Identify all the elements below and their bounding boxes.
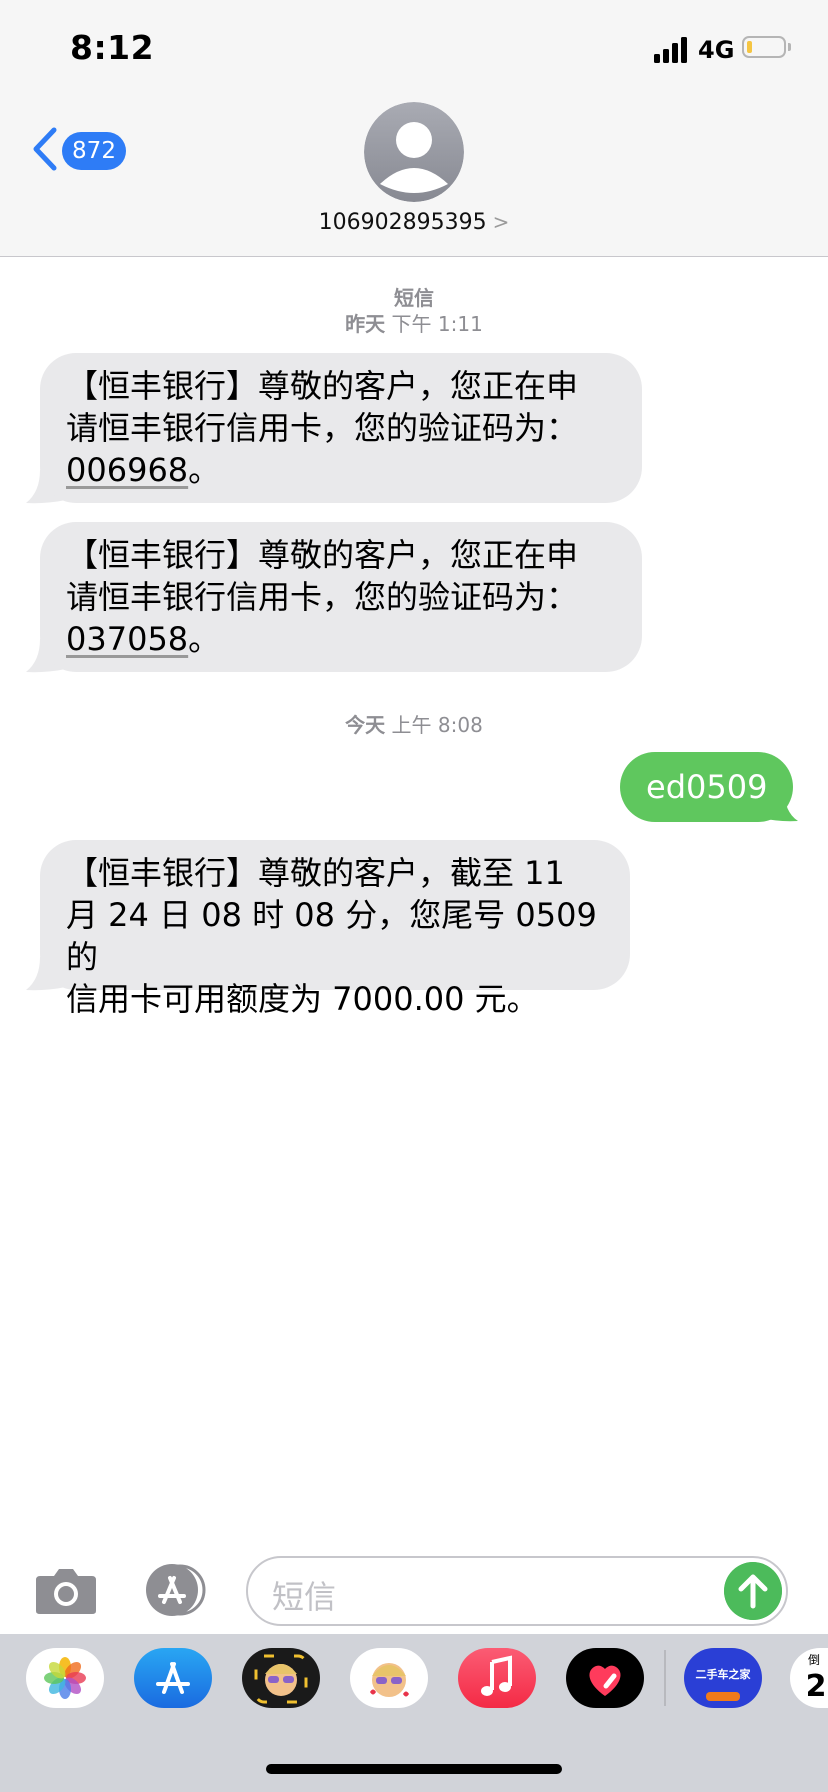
app-store-button-icon[interactable] xyxy=(140,1562,212,1618)
message-bubble[interactable]: 【恒丰银行】尊敬的客户，您正在申 请恒丰银行信用卡，您的验证码为： 006968… xyxy=(40,353,642,503)
app-store-icon[interactable] xyxy=(134,1648,212,1708)
timestamp-today: 今天 上午 8:08 xyxy=(345,713,483,737)
memoji-icon[interactable] xyxy=(242,1648,320,1708)
sender-number[interactable]: 106902895395 > xyxy=(0,210,828,235)
cellular-signal-icon xyxy=(654,37,687,63)
timestamp-yesterday: 昨天 下午 1:11 xyxy=(345,312,483,336)
message-type-label: 短信 xyxy=(394,286,434,310)
message-bubble[interactable]: 【恒丰银行】尊敬的客户，截至 11 月 24 日 08 时 08 分，您尾号 0… xyxy=(40,840,630,1018)
battery-tip xyxy=(788,43,791,51)
send-button-icon[interactable] xyxy=(724,1562,782,1620)
digital-touch-icon[interactable] xyxy=(566,1648,644,1708)
photos-icon[interactable] xyxy=(26,1648,104,1708)
verification-code-link[interactable]: 037058 xyxy=(66,620,188,658)
music-icon[interactable] xyxy=(458,1648,536,1708)
svg-text:2: 2 xyxy=(806,1669,827,1704)
home-indicator[interactable] xyxy=(266,1764,562,1774)
animoji-icon[interactable] xyxy=(350,1648,428,1708)
battery-icon xyxy=(742,36,786,58)
network-type: 4G xyxy=(698,36,735,64)
camera-icon[interactable] xyxy=(34,1566,98,1616)
svg-text:二手车之家: 二手车之家 xyxy=(696,1667,752,1681)
drawer-separator xyxy=(664,1650,666,1706)
contact-avatar[interactable] xyxy=(364,102,464,202)
chevron-right-icon: > xyxy=(492,210,510,234)
status-time: 8:12 xyxy=(70,28,155,67)
sent-message-bubble[interactable]: ed0509 xyxy=(620,752,794,822)
sender-number-text: 106902895395 xyxy=(318,210,487,235)
message-input-placeholder: 短信 xyxy=(272,1578,337,1616)
verification-code-link[interactable]: 006968 xyxy=(66,451,188,489)
back-unread-badge[interactable]: 872 xyxy=(62,132,126,170)
svg-text:倒: 倒 xyxy=(808,1653,820,1667)
che168-icon[interactable]: 二手车之家 xyxy=(684,1648,762,1708)
message-bubble[interactable]: 【恒丰银行】尊敬的客户，您正在申 请恒丰银行信用卡，您的验证码为： 037058… xyxy=(40,522,642,672)
back-chevron-icon[interactable] xyxy=(30,126,62,172)
